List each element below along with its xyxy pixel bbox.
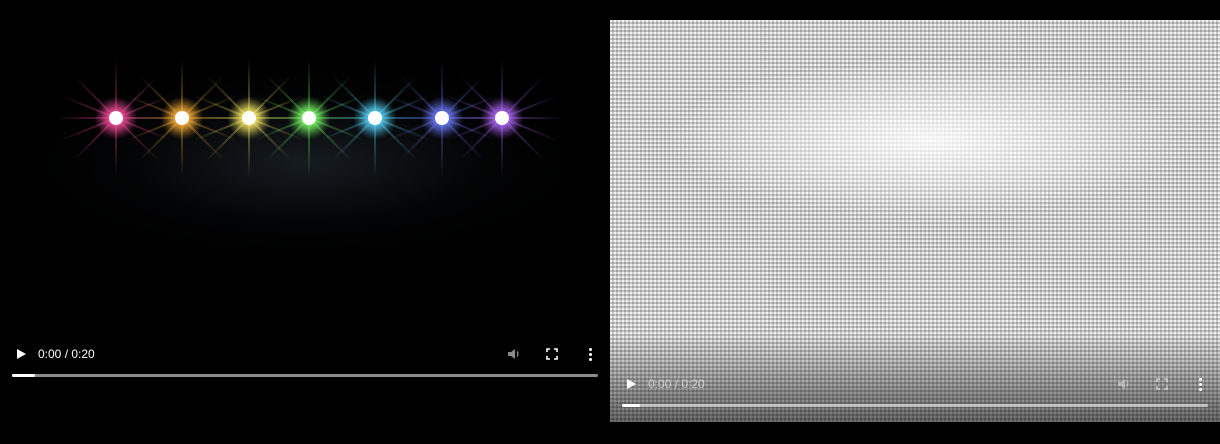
more-options-button[interactable] bbox=[1188, 372, 1212, 396]
video-player-right[interactable]: 0:00 / 0:20 bbox=[610, 20, 1220, 422]
progress-fill bbox=[622, 404, 640, 407]
fullscreen-icon bbox=[546, 348, 558, 360]
fullscreen-button[interactable] bbox=[1150, 372, 1174, 396]
more-options-icon bbox=[1198, 377, 1202, 391]
mute-button[interactable] bbox=[1112, 372, 1136, 396]
fullscreen-icon bbox=[1156, 378, 1168, 390]
play-icon bbox=[16, 349, 26, 359]
play-button[interactable] bbox=[8, 342, 32, 366]
video-controls: 0:00 / 0:20 bbox=[0, 334, 610, 384]
video-frame-highlight bbox=[670, 60, 1190, 240]
play-button[interactable] bbox=[618, 372, 642, 396]
volume-icon bbox=[508, 349, 519, 359]
more-options-button[interactable] bbox=[578, 342, 602, 366]
volume-icon bbox=[1118, 379, 1129, 389]
progress-fill bbox=[12, 374, 36, 377]
stage: 0:00 / 0:20 0:00 / 0:20 bbox=[0, 0, 1220, 444]
progress-bar[interactable] bbox=[622, 404, 1208, 407]
progress-bar[interactable] bbox=[12, 374, 598, 377]
fullscreen-button[interactable] bbox=[540, 342, 564, 366]
time-display: 0:00 / 0:20 bbox=[648, 377, 705, 391]
more-options-icon bbox=[588, 347, 592, 361]
mute-button[interactable] bbox=[502, 342, 526, 366]
time-display: 0:00 / 0:20 bbox=[38, 347, 95, 361]
video-controls: 0:00 / 0:20 bbox=[610, 364, 1220, 414]
video-player-left[interactable]: 0:00 / 0:20 bbox=[0, 0, 610, 444]
video-frame-glow bbox=[0, 48, 610, 258]
play-icon bbox=[626, 379, 636, 389]
